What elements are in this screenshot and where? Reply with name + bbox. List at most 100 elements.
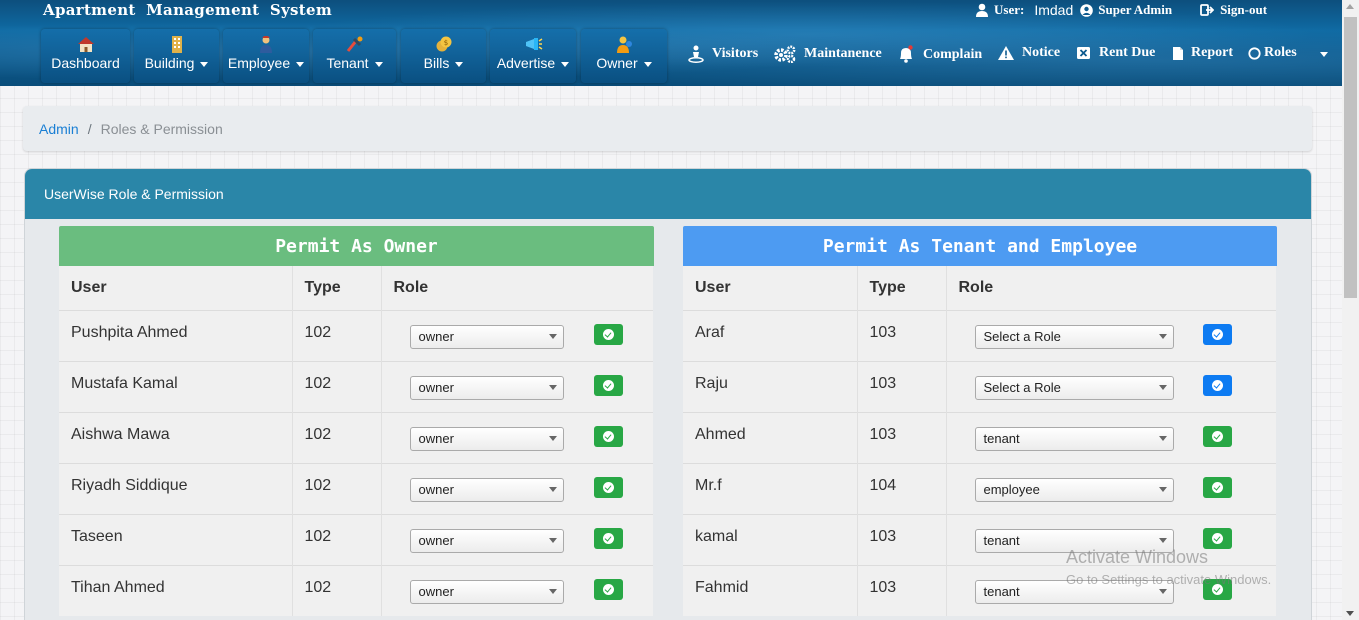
coins-icon: $	[436, 36, 451, 52]
nav-bills[interactable]: $ Bills	[401, 29, 486, 83]
nav-owner[interactable]: Owner	[581, 29, 667, 83]
tenant-icon	[346, 36, 362, 52]
user-name: Imdad	[1034, 2, 1074, 18]
confirm-role-button[interactable]	[593, 323, 623, 345]
nav-maintanence[interactable]: Maintanence	[773, 45, 882, 63]
breadcrumb-current: Roles & Permission	[100, 120, 223, 137]
chevron-down-icon	[455, 61, 464, 67]
nav-rent-due[interactable]: Rent Due	[1076, 45, 1155, 61]
user-cell: Aishwa Mawa	[59, 411, 293, 463]
nav-report-label: Report	[1191, 45, 1233, 60]
user-cell: Raju	[683, 360, 858, 412]
role-select-value: tenant	[983, 533, 1020, 548]
nav-notice[interactable]: Notice	[997, 45, 1060, 61]
signout-label: Sign-out	[1220, 2, 1268, 17]
visitor-icon	[688, 45, 704, 63]
confirm-role-button[interactable]	[1202, 323, 1232, 345]
role-select-value: owner	[418, 431, 454, 446]
confirm-role-button[interactable]	[593, 374, 623, 396]
header-type: Type	[857, 266, 947, 310]
scroll-down-arrow-icon[interactable]	[1346, 611, 1354, 616]
dropdown-arrow-icon	[1158, 589, 1167, 594]
more-menu-chevron-icon[interactable]	[1320, 52, 1328, 57]
header-user: User	[59, 266, 293, 310]
type-cell: 102	[292, 360, 382, 412]
nav-advertise-label: Advertise	[496, 55, 556, 71]
confirm-role-button[interactable]	[593, 578, 623, 600]
nav-visitors[interactable]: Visitors	[687, 45, 758, 63]
table-row: Taseen 102 owner	[59, 513, 653, 565]
nav-roles[interactable]: Roles	[1248, 45, 1297, 61]
owner-table: User Type Role Pushpita Ahmed 102 owner Mus…	[59, 266, 653, 616]
role-select-value: owner	[418, 482, 454, 497]
check-circle-icon	[602, 481, 614, 493]
role-select-value: tenant	[983, 431, 1020, 446]
role-select[interactable]: employee	[974, 477, 1174, 502]
check-circle-icon	[602, 583, 614, 595]
page-scrollbar[interactable]	[1342, 0, 1359, 620]
type-cell: 104	[857, 462, 947, 514]
confirm-role-button[interactable]	[1202, 374, 1232, 396]
nav-building[interactable]: Building	[134, 29, 219, 83]
check-circle-icon	[602, 430, 614, 442]
role-select[interactable]: owner	[409, 579, 564, 604]
header-type: Type	[292, 266, 382, 310]
nav-employee-label: Employee	[227, 55, 291, 71]
role-cell: owner	[381, 309, 653, 361]
nav-dashboard[interactable]: Dashboard	[41, 29, 130, 83]
check-circle-icon	[1211, 430, 1223, 442]
confirm-role-button[interactable]	[593, 527, 623, 549]
role-select[interactable]: owner	[409, 375, 564, 400]
circle-icon	[1248, 46, 1261, 60]
check-circle-icon	[602, 379, 614, 391]
nav-maintanence-label: Maintanence	[804, 46, 882, 61]
role-select[interactable]: Select a Role	[974, 324, 1174, 349]
role-select[interactable]: Select a Role	[974, 375, 1174, 400]
nav-notice-label: Notice	[1022, 45, 1061, 60]
role-cell: owner	[381, 360, 653, 412]
role-cell: owner	[381, 411, 653, 463]
chevron-down-icon	[374, 61, 383, 67]
confirm-role-button[interactable]	[593, 425, 623, 447]
scroll-thumb[interactable]	[1344, 17, 1357, 298]
type-cell: 103	[857, 411, 947, 463]
header-user: User	[683, 266, 858, 310]
role-cell: owner	[381, 564, 653, 616]
role-select[interactable]: tenant	[974, 426, 1174, 451]
user-cell: Mustafa Kamal	[59, 360, 293, 412]
nav-report[interactable]: Report	[1172, 45, 1233, 61]
chevron-down-icon	[200, 61, 209, 67]
confirm-role-button[interactable]	[593, 476, 623, 498]
role-select-value: owner	[418, 533, 454, 548]
nav-employee[interactable]: Employee	[223, 29, 309, 83]
confirm-role-button[interactable]	[1202, 476, 1232, 498]
check-circle-icon	[1211, 532, 1223, 544]
confirm-role-button[interactable]	[1202, 527, 1232, 549]
watermark-line1: Activate Windows	[1066, 547, 1209, 567]
app-title: Apartment Management System	[43, 1, 333, 19]
type-cell: 103	[857, 564, 947, 616]
signout-icon	[1200, 4, 1215, 16]
table-row: Ahmed 103 tenant	[683, 411, 1276, 463]
table-row: Riyadh Siddique 102 owner	[59, 462, 653, 514]
owner-panel: Permit As Owner User Type Role Pushpita …	[59, 226, 654, 616]
warning-icon	[998, 46, 1014, 60]
check-circle-icon	[602, 328, 614, 340]
type-cell: 102	[292, 513, 382, 565]
user-cell: Ahmed	[683, 411, 858, 463]
scroll-up-arrow-icon[interactable]	[1346, 4, 1354, 9]
role-select[interactable]: owner	[409, 477, 564, 502]
role-select[interactable]: owner	[409, 528, 564, 553]
role-select[interactable]: owner	[409, 426, 564, 451]
type-cell: 102	[292, 411, 382, 463]
signout-link[interactable]: Sign-out	[1200, 2, 1267, 18]
breadcrumb-admin-link[interactable]: Admin	[39, 121, 79, 137]
user-cell: Fahmid	[683, 564, 858, 616]
check-circle-icon	[1211, 481, 1223, 493]
nav-advertise[interactable]: Advertise	[490, 29, 576, 83]
chevron-down-icon	[296, 61, 305, 67]
nav-complain[interactable]: Complain	[896, 45, 982, 65]
role-select[interactable]: owner	[409, 324, 564, 349]
confirm-role-button[interactable]	[1202, 425, 1232, 447]
nav-tenant[interactable]: Tenant	[313, 29, 396, 83]
